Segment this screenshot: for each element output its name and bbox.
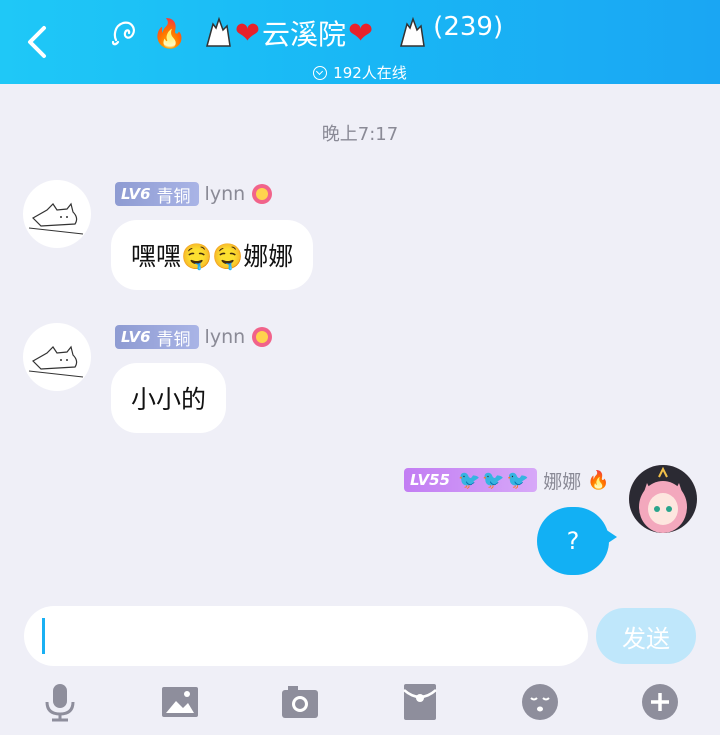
red-packet-button[interactable] bbox=[399, 682, 441, 722]
red-packet-icon bbox=[403, 684, 437, 720]
back-button[interactable] bbox=[24, 22, 52, 62]
voice-button[interactable] bbox=[39, 682, 81, 722]
camera-icon bbox=[282, 686, 318, 718]
message-input[interactable] bbox=[24, 606, 588, 666]
avatar[interactable] bbox=[23, 323, 91, 391]
sender-name[interactable]: lynn bbox=[205, 183, 246, 205]
image-button[interactable] bbox=[159, 682, 201, 722]
plus-icon bbox=[642, 684, 678, 720]
heart-icon: ❤ bbox=[348, 15, 374, 51]
text-caret bbox=[42, 618, 45, 654]
group-title[interactable]: 🔥 ❤ 云溪院 ❤ (239) bbox=[110, 10, 590, 56]
online-status[interactable]: 192人在线 bbox=[0, 62, 720, 83]
microphone-icon bbox=[45, 684, 75, 722]
group-name: 云溪院 bbox=[262, 18, 347, 51]
sender-meta: LV6 青铜 lynn bbox=[115, 324, 273, 350]
emoji-icon bbox=[522, 684, 558, 720]
sender-name[interactable]: 娜娜 bbox=[543, 467, 581, 494]
bunny-icon bbox=[205, 16, 231, 47]
message-bubble[interactable]: 小小的 bbox=[111, 363, 227, 433]
bird-icon: 🐦 bbox=[506, 469, 530, 491]
bird-icon: 🐦 bbox=[457, 469, 481, 491]
avatar[interactable] bbox=[23, 180, 91, 248]
sender-meta: LV55 🐦 🐦 🐦 娜娜 🔥 bbox=[404, 467, 610, 493]
more-button[interactable] bbox=[639, 682, 681, 722]
chevron-left-icon bbox=[28, 26, 46, 58]
flower-icon bbox=[252, 327, 273, 347]
emoji-button[interactable] bbox=[519, 682, 561, 722]
fire-icon: 🔥 bbox=[587, 469, 610, 491]
member-count: (239) bbox=[433, 12, 504, 42]
message-bubble[interactable]: 嘿嘿🤤🤤娜娜 bbox=[111, 220, 314, 290]
chevron-down-icon bbox=[313, 65, 328, 80]
level-badge: LV6 青铜 bbox=[115, 325, 199, 350]
ear-icon bbox=[111, 21, 135, 46]
chat-header: 🔥 ❤ 云溪院 ❤ (239) 192人在线 bbox=[0, 0, 720, 84]
message-timestamp: 晚上7:17 bbox=[321, 124, 399, 145]
composer: 发送 bbox=[0, 590, 720, 735]
level-badge: LV6 青铜 bbox=[115, 182, 199, 207]
send-button[interactable]: 发送 bbox=[596, 608, 696, 664]
level-badge: LV55 🐦 🐦 🐦 bbox=[404, 468, 538, 492]
cat-avatar-icon bbox=[28, 202, 84, 235]
heart-icon: ❤ bbox=[234, 15, 261, 51]
bird-icon: 🐦 bbox=[482, 469, 505, 491]
bunny-icon bbox=[400, 16, 426, 47]
my-message-bubble[interactable]: ? bbox=[537, 507, 617, 575]
sender-name[interactable]: lynn bbox=[205, 326, 246, 348]
flower-icon bbox=[252, 184, 273, 204]
cat-avatar-icon bbox=[28, 345, 84, 378]
image-icon bbox=[162, 687, 198, 717]
camera-button[interactable] bbox=[279, 682, 321, 722]
composer-toolbar bbox=[0, 676, 720, 726]
anime-avatar-icon bbox=[629, 465, 697, 533]
fire-icon: 🔥 bbox=[152, 16, 187, 50]
my-avatar[interactable] bbox=[629, 465, 697, 533]
online-count: 192人在线 bbox=[333, 64, 407, 82]
sender-meta: LV6 青铜 lynn bbox=[115, 181, 273, 207]
